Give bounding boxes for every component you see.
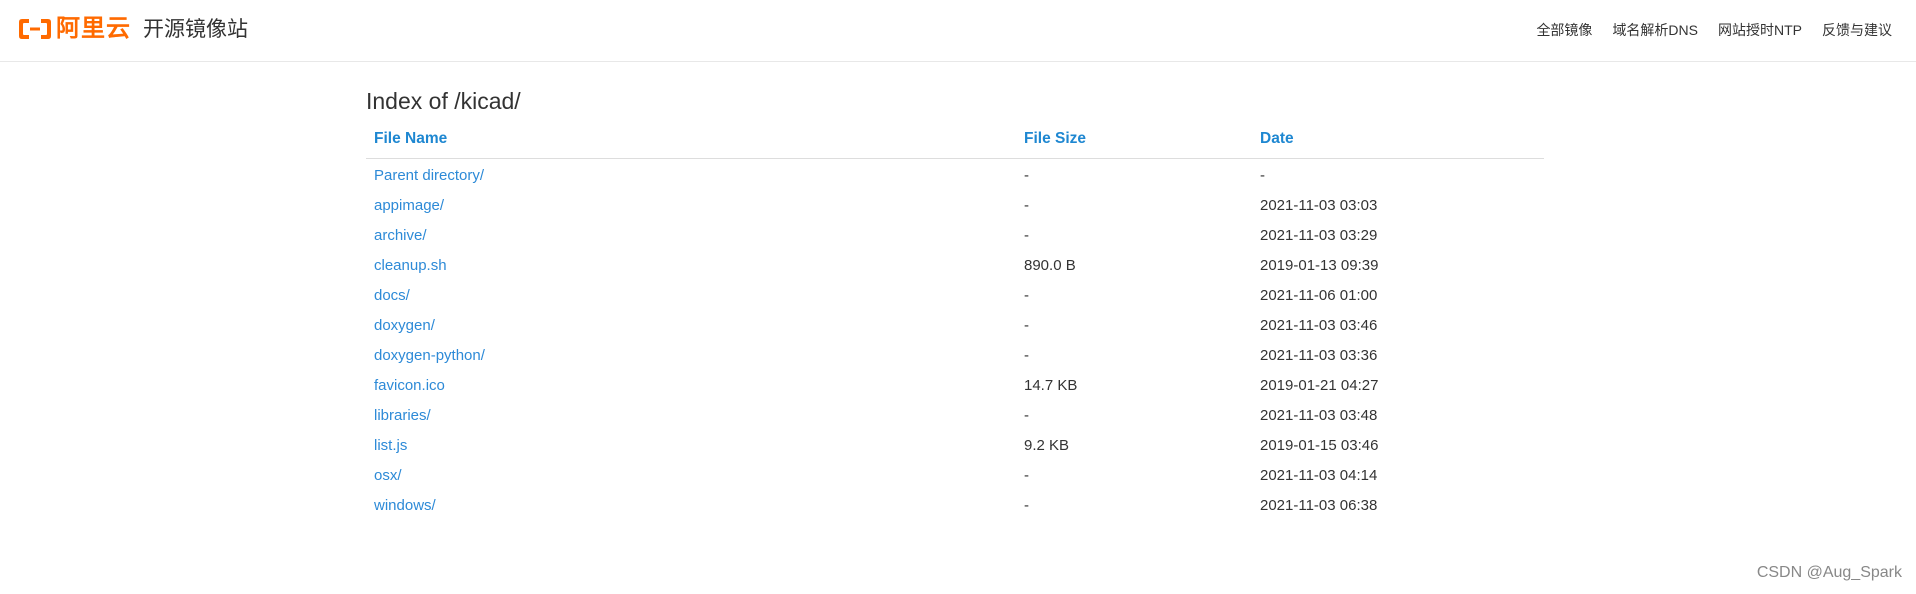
file-date-cell: 2021-11-03 03:36 <box>1260 347 1378 364</box>
table-row: Parent directory/ - - <box>366 159 1544 192</box>
table-row: doxygen-python/ - 2021-11-03 03:36 <box>366 341 1544 371</box>
file-size-cell: - <box>1024 287 1029 304</box>
file-date-cell: 2019-01-21 04:27 <box>1260 377 1379 394</box>
column-header-file-name[interactable]: File Name <box>366 124 1016 159</box>
parent-directory-link[interactable]: Parent directory/ <box>374 167 484 184</box>
file-date-cell: 2019-01-13 09:39 <box>1260 257 1379 274</box>
file-date-cell: 2021-11-03 03:48 <box>1260 407 1378 424</box>
file-date-cell: 2021-11-03 04:14 <box>1260 467 1378 484</box>
table-row: list.js 9.2 KB 2019-01-15 03:46 <box>366 431 1544 461</box>
file-name-cell: appimage/ <box>366 191 1016 221</box>
file-size-cell: - <box>1024 197 1029 214</box>
table-row: doxygen/ - 2021-11-03 03:46 <box>366 311 1544 341</box>
column-header-file-size[interactable]: File Size <box>1016 124 1252 159</box>
nav-dns[interactable]: 域名解析DNS <box>1612 20 1698 40</box>
file-size-cell: 9.2 KB <box>1024 437 1070 454</box>
file-link[interactable]: doxygen-python/ <box>374 347 485 364</box>
file-date-cell: 2021-11-03 03:03 <box>1260 197 1378 214</box>
file-name-cell: Parent directory/ <box>366 159 1016 192</box>
aliyun-logo[interactable]: 阿里云 <box>18 15 131 43</box>
file-link[interactable]: osx/ <box>374 467 402 484</box>
file-link[interactable]: windows/ <box>374 497 436 514</box>
file-link[interactable]: archive/ <box>374 227 427 244</box>
table-header-row: File Name File Size Date <box>366 124 1544 159</box>
nav-all-mirrors[interactable]: 全部镜像 <box>1536 20 1592 40</box>
table-row: favicon.ico 14.7 KB 2019-01-21 04:27 <box>366 371 1544 401</box>
file-name-cell: archive/ <box>366 221 1016 251</box>
directory-listing: Index of /kicad/ File Name File Size Dat… <box>366 86 1544 521</box>
file-size-cell: - <box>1024 497 1029 514</box>
csdn-watermark: CSDN @Aug_Spark <box>1756 564 1902 581</box>
file-size-cell: - <box>1024 167 1029 184</box>
table-row: windows/ - 2021-11-03 06:38 <box>366 491 1544 521</box>
file-name-cell: cleanup.sh <box>366 251 1016 281</box>
file-size-cell: - <box>1024 317 1029 334</box>
file-name-cell: docs/ <box>366 281 1016 311</box>
file-size-cell: 14.7 KB <box>1024 377 1078 394</box>
table-row: libraries/ - 2021-11-03 03:48 <box>366 401 1544 431</box>
site-title[interactable]: 开源镜像站 <box>143 16 248 44</box>
file-date-cell: - <box>1260 167 1265 184</box>
file-size-cell: - <box>1024 347 1029 364</box>
file-name-cell: libraries/ <box>366 401 1016 431</box>
file-date-cell: 2021-11-03 03:46 <box>1260 317 1378 334</box>
page-title: Index of /kicad/ <box>366 88 521 114</box>
file-size-cell: - <box>1024 407 1029 424</box>
file-link[interactable]: doxygen/ <box>374 317 435 334</box>
table-row: archive/ - 2021-11-03 03:29 <box>366 221 1544 251</box>
file-link[interactable]: docs/ <box>374 287 410 304</box>
file-name-cell: doxygen-python/ <box>366 341 1016 371</box>
file-date-cell: 2019-01-15 03:46 <box>1260 437 1379 454</box>
logo-text: 阿里云 <box>56 15 131 42</box>
file-name-cell: windows/ <box>366 491 1016 521</box>
aliyun-logo-icon <box>19 19 51 39</box>
file-name-cell: favicon.ico <box>366 371 1016 401</box>
file-link[interactable]: favicon.ico <box>374 377 445 394</box>
file-date-cell: 2021-11-03 03:29 <box>1260 227 1378 244</box>
top-nav: 全部镜像 域名解析DNS 网站授时NTP 反馈与建议 <box>1536 20 1892 40</box>
file-size-cell: - <box>1024 227 1029 244</box>
nav-feedback[interactable]: 反馈与建议 <box>1822 20 1892 40</box>
file-link[interactable]: list.js <box>374 437 407 454</box>
file-name-cell: osx/ <box>366 461 1016 491</box>
file-link[interactable]: cleanup.sh <box>374 257 447 274</box>
file-link[interactable]: libraries/ <box>374 407 431 424</box>
file-name-cell: doxygen/ <box>366 311 1016 341</box>
file-name-cell: list.js <box>366 431 1016 461</box>
file-size-cell: 890.0 B <box>1024 257 1076 274</box>
file-date-cell: 2021-11-06 01:00 <box>1260 287 1378 304</box>
top-navbar: 阿里云 开源镜像站 全部镜像 域名解析DNS 网站授时NTP 反馈与建议 <box>0 0 1916 62</box>
file-date-cell: 2021-11-03 06:38 <box>1260 497 1378 514</box>
table-row: osx/ - 2021-11-03 04:14 <box>366 461 1544 491</box>
column-header-date[interactable]: Date <box>1252 124 1544 159</box>
table-row: cleanup.sh 890.0 B 2019-01-13 09:39 <box>366 251 1544 281</box>
file-link[interactable]: appimage/ <box>374 197 444 214</box>
file-table: File Name File Size Date Parent director… <box>366 124 1544 521</box>
file-size-cell: - <box>1024 467 1029 484</box>
nav-ntp[interactable]: 网站授时NTP <box>1718 20 1802 40</box>
table-row: docs/ - 2021-11-06 01:00 <box>366 281 1544 311</box>
table-row: appimage/ - 2021-11-03 03:03 <box>366 191 1544 221</box>
